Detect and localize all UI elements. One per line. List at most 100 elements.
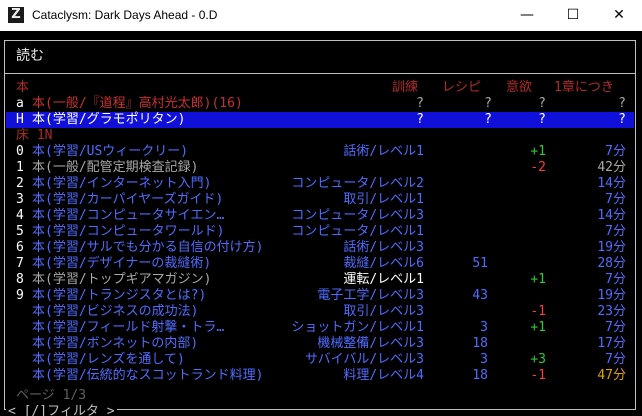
floor-item[interactable]: 本(学習/ボンネットの内部) 機械整備/レベル3 18 17分 (6, 336, 634, 352)
item-time: 14分 (597, 208, 626, 223)
item-fun: ? (538, 96, 546, 111)
item-skill: 話術/レベル3 (343, 240, 424, 255)
item-hotkey: 8 (16, 272, 24, 287)
item-fun: ? (538, 112, 546, 127)
item-hotkey: 2 (16, 176, 24, 191)
item-name: 本(学習/レンズを通して) (32, 352, 185, 367)
item-time: 7分 (605, 192, 626, 207)
item-name: 本(学習/グラモポリタン) (32, 112, 186, 127)
item-name: 本(学習/トップギアマガジン) (32, 272, 212, 287)
floor-item[interactable]: 8 本(学習/トップギアマガジン) 運転/レベル1 +1 7分 (6, 272, 634, 288)
item-fun: -2 (530, 160, 546, 175)
item-name: 本(学習/コンピュータワールド) (32, 224, 225, 239)
item-name: 本(学習/トランジスタとは?) (32, 288, 207, 303)
item-time: 7分 (605, 224, 626, 239)
floor-item[interactable]: 2 本(学習/インターネット入門) コンピュータ/レベル2 14分 (6, 176, 634, 192)
menu-heading: 読む (16, 48, 44, 64)
item-skill: 料理/レベル4 (343, 368, 424, 383)
item-skill: 運転/レベル1 (343, 272, 424, 287)
item-time: 47分 (597, 368, 626, 383)
item-time: 19分 (597, 288, 626, 303)
item-time: 17分 (597, 336, 626, 351)
item-name: 本(学習/USウィークリー) (32, 144, 189, 159)
floor-item[interactable]: 6 本(学習/サルでも分かる自信の付け方) 話術/レベル3 19分 (6, 240, 634, 256)
inventory-item[interactable]: a 本(一般/『道程』高村光太郎)(16)???? (6, 96, 634, 112)
item-time: ? (618, 112, 626, 127)
item-skill: ショットガン/レベル1 (291, 320, 424, 335)
item-skill: 機械整備/レベル3 (317, 336, 424, 351)
floor-item[interactable]: 1 本(一般/配管定期検査記録) -2 42分 (6, 160, 634, 176)
item-fun: +3 (530, 352, 546, 367)
item-fun: +1 (530, 320, 546, 335)
item-name: 本(学習/伝統的なスコットランド料理) (32, 368, 264, 383)
item-recipe: 3 (480, 352, 488, 367)
minimize-button[interactable]: — (504, 0, 550, 31)
item-recipe: 43 (472, 288, 488, 303)
item-recipe: ? (484, 112, 492, 127)
floor-item[interactable]: 3 本(学習/カーパイヤーズガイド) 取引/レベル1 7分 (6, 192, 634, 208)
item-time: 23分 (597, 304, 626, 319)
item-hotkey: a (16, 96, 24, 111)
close-button[interactable]: ✕ (596, 0, 642, 31)
item-name: 本(学習/サルでも分かる自信の付け方) (32, 240, 264, 255)
item-skill: サバイバル/レベル3 (305, 352, 424, 367)
item-recipe: 51 (472, 256, 488, 271)
floor-item[interactable]: 5 本(学習/コンピュータワールド) コンピュータ/レベル1 7分 (6, 224, 634, 240)
col-fun: 意欲 (506, 80, 533, 95)
item-skill: コンピュータ/レベル3 (291, 208, 424, 223)
item-hotkey: 5 (16, 224, 24, 239)
item-name: 本(一般/『道程』高村光太郎)(16) (32, 96, 243, 111)
item-time: 7分 (605, 144, 626, 159)
col-train: 訓練 (392, 80, 419, 95)
title-bar[interactable]: Z Cataclysm: Dark Days Ahead - 0.D — ☐ ✕ (0, 0, 642, 31)
app-icon: Z (8, 7, 24, 23)
item-time: 42分 (597, 160, 626, 175)
item-time: ? (618, 96, 626, 111)
floor-label: 床 1N (16, 128, 53, 143)
maximize-button[interactable]: ☐ (550, 0, 596, 31)
item-time: 28分 (597, 256, 626, 271)
floor-item[interactable]: 9 本(学習/トランジスタとは?) 電子工学/レベル3 43 19分 (6, 288, 634, 304)
item-time: 7分 (605, 320, 626, 335)
item-skill: コンピュータ/レベル2 (291, 176, 424, 191)
item-fun: +1 (530, 144, 546, 159)
item-time: 14分 (597, 176, 626, 191)
table-header: 本 訓練 レシピ 意欲 1章につき (6, 80, 634, 96)
item-hotkey: 6 (16, 240, 24, 255)
floor-item[interactable]: 本(学習/レンズを通して) サバイバル/レベル3 3 +3 7分 (6, 352, 634, 368)
item-train: ? (416, 96, 424, 111)
item-time: 7分 (605, 272, 626, 287)
item-name: 本(学習/フィールド射撃・トラ… (32, 320, 225, 335)
item-hotkey: 1 (16, 160, 24, 175)
floor-item[interactable]: 本(学習/伝統的なスコットランド料理) 料理/レベル4 18 -1 47分 (6, 368, 634, 384)
window-title: Cataclysm: Dark Days Ahead - 0.D (32, 8, 218, 22)
item-skill: 取引/レベル3 (343, 304, 424, 319)
inventory-item[interactable]: H 本(学習/グラモポリタン)???? (6, 112, 634, 128)
floor-item[interactable]: 4 本(学習/コンピュータサイエン… コンピュータ/レベル3 14分 (6, 208, 634, 224)
floor-item[interactable]: 0 本(学習/USウィークリー) 話術/レベル1 +1 7分 (6, 144, 634, 160)
floor-item[interactable]: 7 本(学習/デザイナーの裁縫術) 裁縫/レベル6 51 28分 (6, 256, 634, 272)
item-recipe: 18 (472, 368, 488, 383)
floor-header: 床 1N (6, 128, 634, 144)
item-skill: 取引/レベル1 (343, 192, 424, 207)
item-recipe: 18 (472, 336, 488, 351)
item-time: 19分 (597, 240, 626, 255)
item-skill: 裁縫/レベル6 (343, 256, 424, 271)
col-time: 1章につき (554, 80, 614, 95)
game-window: Z Cataclysm: Dark Days Ahead - 0.D — ☐ ✕… (0, 0, 642, 416)
filter-button[interactable]: < [/]フィルタ > (6, 400, 117, 416)
divider (4, 73, 636, 74)
item-name: 本(一般/配管定期検査記録) (32, 160, 199, 175)
game-screen: 読む 本 訓練 レシピ 意欲 1章につき a 本(一般/『道程』高村光太郎)(16… (0, 31, 642, 416)
item-skill: 電子工学/レベル3 (317, 288, 424, 303)
item-name: 本(学習/ボンネットの内部) (32, 336, 199, 351)
item-fun: -1 (530, 368, 546, 383)
item-hotkey: 4 (16, 208, 24, 223)
item-recipe: ? (484, 96, 492, 111)
item-hotkey: 9 (16, 288, 24, 303)
item-name: 本(学習/カーパイヤーズガイド) (32, 192, 224, 207)
item-hotkey: 0 (16, 144, 24, 159)
floor-item[interactable]: 本(学習/ビジネスの成功法) 取引/レベル3 -1 23分 (6, 304, 634, 320)
floor-item[interactable]: 本(学習/フィールド射撃・トラ… ショットガン/レベル1 3 +1 7分 (6, 320, 634, 336)
item-name: 本(学習/ビジネスの成功法) (32, 304, 199, 319)
